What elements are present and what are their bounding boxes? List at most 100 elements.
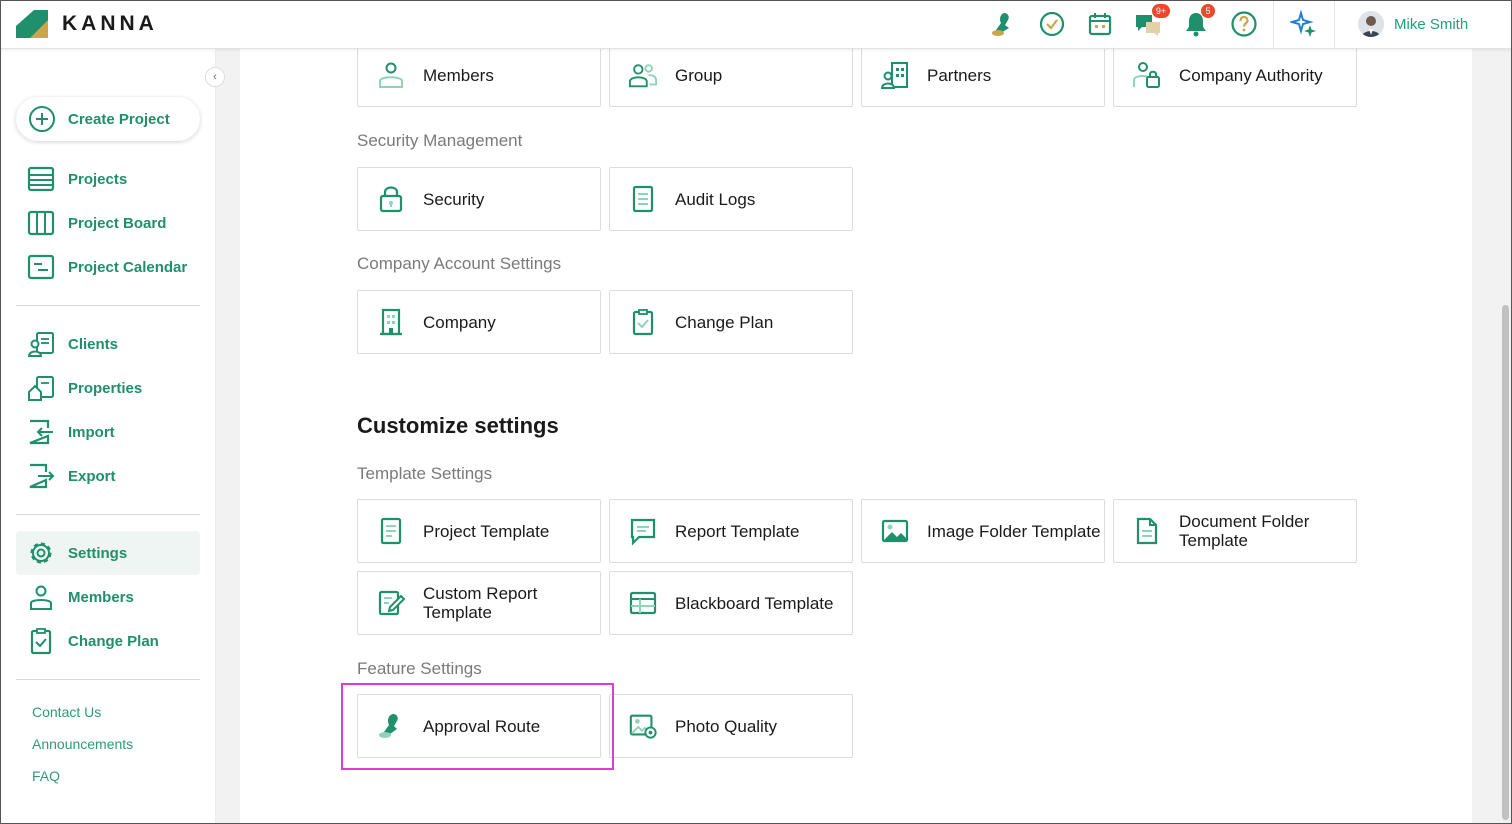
sidebar-item-clients[interactable]: Clients	[16, 322, 200, 366]
card-label: Group	[675, 65, 723, 85]
partners-icon	[880, 62, 908, 89]
report-template-card[interactable]: Report Template	[609, 499, 853, 563]
sidebar-item-label: Properties	[68, 379, 143, 397]
chat-icon[interactable]: 9+	[1133, 4, 1170, 39]
company-card[interactable]: Company	[357, 290, 601, 354]
building-icon	[380, 308, 402, 336]
person-icon	[379, 62, 403, 88]
gear-icon	[30, 542, 52, 564]
group-card[interactable]: Group	[609, 43, 853, 107]
stamp-icon	[379, 714, 398, 738]
blackboard-icon	[629, 591, 657, 615]
card-label: Document Folder Template	[1179, 512, 1310, 550]
contact-us-link[interactable]: Contact Us	[32, 704, 101, 720]
sidebar-item-settings[interactable]: Settings	[16, 531, 200, 575]
document-folder-template-card[interactable]: Document Folder Template	[1113, 499, 1357, 563]
sidebar-item-project-calendar[interactable]: Project Calendar	[16, 245, 200, 289]
logo[interactable]: KANNA	[16, 10, 158, 38]
members-card[interactable]: Members	[357, 43, 601, 107]
header-divider	[1334, 0, 1335, 49]
sidebar-item-project-board[interactable]: Project Board	[16, 201, 200, 245]
create-project-button[interactable]: Create Project	[16, 97, 200, 141]
partners-card[interactable]: Partners	[861, 43, 1105, 107]
card-label: Photo Quality	[675, 716, 778, 736]
brand-name: KANNA	[62, 12, 158, 35]
properties-icon	[28, 376, 54, 401]
custom-report-template-card[interactable]: Custom Report Template	[357, 571, 601, 635]
lock-icon	[379, 186, 403, 213]
group-icon	[628, 64, 658, 88]
avatar	[1358, 11, 1384, 37]
notification-badge: 5	[1201, 4, 1215, 18]
faq-link[interactable]: FAQ	[32, 768, 60, 784]
sidebar-item-properties[interactable]: Properties	[16, 366, 200, 410]
scrollbar-thumb[interactable]	[1502, 305, 1509, 820]
sidebar-item-members[interactable]: Members	[16, 575, 200, 619]
user-menu[interactable]: Mike Smith	[1358, 11, 1468, 37]
photo-quality-card[interactable]: Photo Quality	[609, 694, 853, 758]
template-settings-heading: Template Settings	[357, 464, 493, 483]
card-label: Project Template	[423, 521, 550, 541]
image-icon	[881, 519, 909, 543]
audit-logs-card[interactable]: Audit Logs	[609, 167, 853, 231]
calendar-list-icon	[27, 254, 55, 280]
card-label: Approval Route	[423, 716, 541, 736]
approval-route-card[interactable]: Approval Route	[357, 694, 601, 758]
card-label: Company Authority	[1179, 65, 1323, 85]
sidebar-divider	[16, 679, 200, 680]
sidebar-divider	[16, 514, 200, 515]
edit-document-icon	[378, 590, 406, 616]
list-icon	[27, 166, 55, 192]
blackboard-template-card[interactable]: Blackboard Template	[609, 571, 853, 635]
card-label: Security	[423, 189, 485, 209]
sidebar-item-projects[interactable]: Projects	[16, 157, 200, 201]
sidebar-divider	[16, 305, 200, 306]
collapse-sidebar-button[interactable]: ‹	[205, 67, 225, 87]
card-label: Members	[423, 65, 494, 85]
board-icon	[27, 210, 55, 236]
authority-lock-icon	[1133, 62, 1160, 88]
sidebar-item-change-plan[interactable]: Change Plan	[16, 619, 200, 663]
check-circle-icon[interactable]	[1037, 9, 1067, 39]
sidebar-item-label: Members	[68, 588, 134, 606]
stamp-icon[interactable]	[988, 9, 1018, 39]
create-project-label: Create Project	[68, 110, 170, 128]
project-template-card[interactable]: Project Template	[357, 499, 601, 563]
card-label: Blackboard Template	[675, 593, 834, 613]
image-folder-template-card[interactable]: Image Folder Template	[861, 499, 1105, 563]
sidebar-item-label: Project Calendar	[68, 258, 188, 276]
sidebar-item-label: Export	[68, 467, 116, 485]
chat-badge: 9+	[1152, 4, 1170, 18]
card-label: Custom Report Template	[423, 584, 538, 622]
security-card[interactable]: Security	[357, 167, 601, 231]
sidebar-item-import[interactable]: Import	[16, 410, 200, 454]
person-icon	[30, 585, 52, 610]
sidebar-item-label: Projects	[68, 170, 128, 188]
sparkle-icon[interactable]	[1289, 9, 1319, 39]
card-label: Partners	[927, 65, 992, 85]
card-label: Audit Logs	[675, 189, 756, 209]
card-label: Report Template	[675, 521, 800, 541]
card-label: Image Folder Template	[927, 521, 1101, 541]
document-icon	[380, 517, 402, 545]
help-icon[interactable]	[1229, 9, 1259, 39]
file-icon	[1136, 517, 1158, 545]
company-authority-card[interactable]: Company Authority	[1113, 43, 1357, 107]
sidebar-item-label: Project Board	[68, 214, 167, 232]
kanna-logo-icon	[16, 10, 48, 38]
bell-icon[interactable]: 5	[1181, 4, 1215, 39]
sidebar: ‹ Create Project Projects Project Board …	[0, 49, 225, 824]
photo-settings-icon	[629, 714, 657, 739]
plus-circle-icon	[29, 106, 55, 132]
company-account-heading: Company Account Settings	[357, 254, 562, 273]
sidebar-item-label: Settings	[68, 544, 128, 562]
calendar-icon[interactable]	[1085, 9, 1115, 39]
announcements-link[interactable]: Announcements	[32, 736, 133, 752]
document-list-icon	[632, 185, 654, 213]
header-divider	[1273, 0, 1274, 49]
top-bar: KANNA 9+ 5 Mike Smith	[0, 0, 1512, 49]
clipboard-check-icon	[632, 309, 654, 336]
change-plan-card[interactable]: Change Plan	[609, 290, 853, 354]
sidebar-item-export[interactable]: Export	[16, 454, 200, 498]
feature-settings-heading: Feature Settings	[357, 659, 482, 678]
